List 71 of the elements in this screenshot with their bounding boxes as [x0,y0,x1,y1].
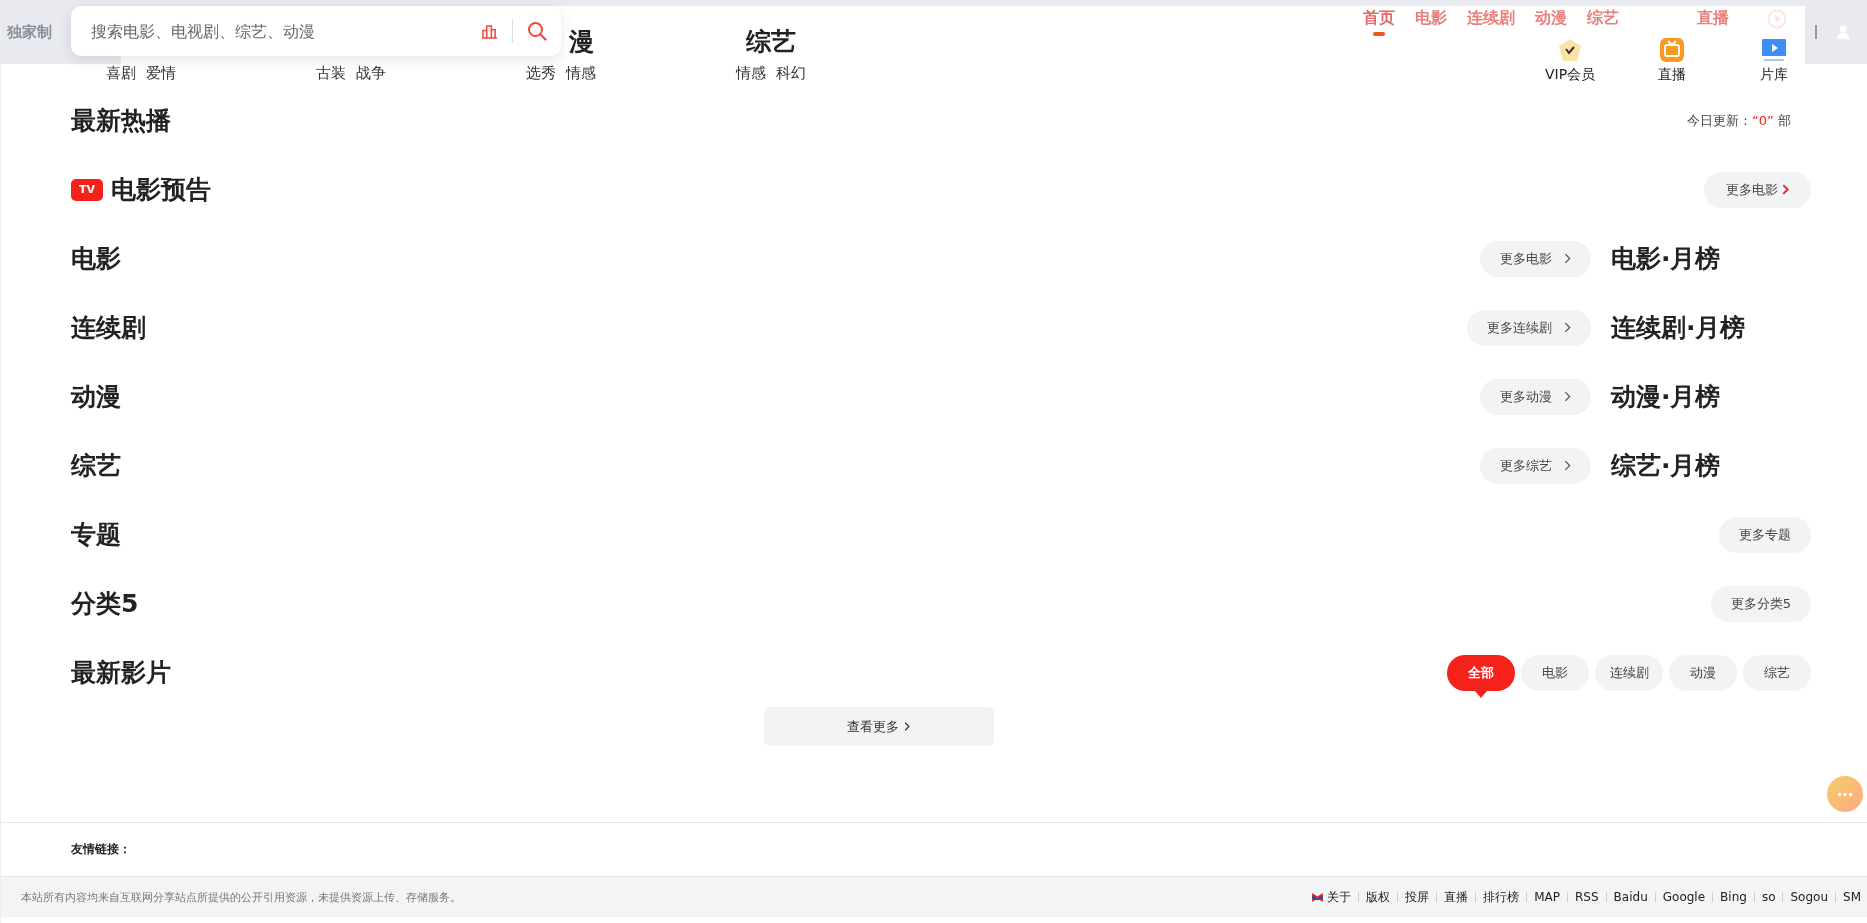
footer-link[interactable]: Sogou [1790,890,1828,904]
quick-link[interactable]: 直播 [1658,66,1686,84]
menu-link[interactable]: 古装 [316,64,346,83]
menu-link[interactable]: 情感 [566,64,596,83]
footer-link[interactable]: 投屏 [1405,888,1430,906]
footer-link[interactable]: 直播 [1444,888,1469,906]
filter-tab[interactable]: 综艺 [1743,654,1811,691]
section-title: 最新影片 [71,657,171,689]
load-more-button[interactable]: 查看更多 [763,707,994,746]
tv-badge: TV [71,178,103,201]
ranking-title: 连续剧·月榜 [1611,312,1747,344]
footer-link[interactable]: 排行榜 [1483,888,1520,906]
section-title: 电影预告 [111,174,211,206]
ranking-title: 电影·月榜 [1611,243,1722,275]
more-button[interactable]: 更多连续剧 [1467,309,1591,346]
menu-link[interactable]: 战争 [356,64,386,83]
filter-tab[interactable]: 电影 [1521,654,1589,691]
section-title: 最新热播 [71,105,171,137]
more-button[interactable]: 更多专题 [1719,516,1811,553]
friend-links-title: 友情链接： [71,841,131,858]
menu-link[interactable]: 情感 [736,64,766,83]
more-button[interactable]: 更多电影 [1704,171,1811,208]
disclaimer-text: 本站所有内容均来自互联网分享站点所提供的公开引用资源，未提供资源上传、存储服务。 [21,889,461,905]
footer-link[interactable]: MAP [1534,890,1561,904]
more-button[interactable]: 更多综艺 [1480,447,1591,484]
section-title: 电影 [71,243,121,275]
quick-link[interactable]: 片库 [1760,66,1788,84]
update-count: 今日更新：“0” 部 [1687,111,1791,130]
search-icon[interactable] [527,21,547,41]
footer-link[interactable]: Google [1662,890,1706,904]
video-icon[interactable] [1761,37,1787,63]
footer-link[interactable]: so [1761,890,1776,904]
footer-link[interactable]: Baidu [1613,890,1648,904]
chevron-icon [1564,391,1571,402]
ranking-title: 综艺·月榜 [1611,450,1722,482]
section-title: 动漫 [71,381,121,413]
section-title: 专题 [71,519,121,551]
menu-link[interactable]: 科幻 [776,64,806,83]
menu-heading[interactable]: 综艺 [746,24,796,58]
filter-tab[interactable]: 连续剧 [1595,654,1663,691]
tv-icon[interactable] [1659,37,1685,63]
filter-tab[interactable]: 动漫 [1669,654,1737,691]
footer-link[interactable]: Bing [1720,890,1747,904]
footer-link[interactable]: RSS [1575,890,1599,904]
footer-link[interactable]: 版权 [1366,888,1391,906]
chevron-icon [1564,460,1571,471]
more-button[interactable]: 更多电影 [1480,240,1591,277]
more-button[interactable]: 更多分类5 [1710,585,1811,622]
menu-link[interactable]: 喜剧 [106,64,136,83]
chevron-icon [903,721,910,731]
section-title: 连续剧 [71,312,146,344]
section-title: 综艺 [71,450,121,482]
chart-icon[interactable] [481,23,498,39]
menu-heading[interactable]: 漫 [568,24,594,58]
menu-link[interactable]: 选秀 [526,64,556,83]
footer-link[interactable]: 关于 [1327,888,1352,906]
footer-link[interactable]: SM [1843,890,1861,904]
chevron-icon [1564,253,1571,264]
chevron-icon [1782,184,1789,195]
filter-tab[interactable]: 全部 [1447,654,1515,691]
search-field[interactable]: 搜索电影、电视剧、综艺、动漫 [89,20,481,42]
chevron-icon [1564,322,1571,333]
brand-text: 独家制 [7,22,52,42]
flag-icon [1312,892,1324,902]
more-button[interactable]: 更多动漫 [1480,378,1591,415]
more-icon[interactable] [1827,776,1863,812]
section-title: 分类5 [71,588,139,620]
tab-pointer [1475,690,1487,698]
ranking-title: 动漫·月榜 [1611,381,1722,413]
quick-link[interactable]: VIP会员 [1544,66,1596,84]
menu-link[interactable]: 爱情 [146,64,176,83]
